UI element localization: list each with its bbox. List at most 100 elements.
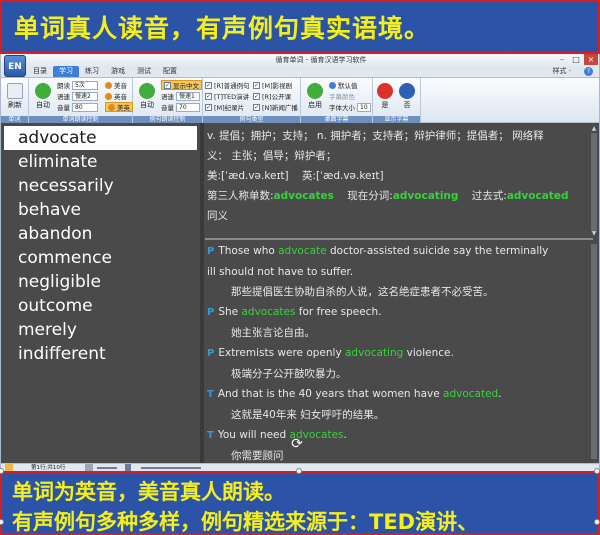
example-translation: 极端分子公开鼓吹暴力。 (231, 368, 347, 380)
checkbox-icon: ✓ (164, 81, 171, 89)
scroll-down-icon[interactable]: ▼ (591, 231, 597, 237)
sentence-text: violence. (403, 347, 454, 359)
word-item[interactable]: advocate (4, 126, 197, 150)
tab-practice[interactable]: 练习 (79, 66, 105, 77)
word-item[interactable]: abandon (4, 222, 197, 246)
examples-scrollbar[interactable] (591, 244, 597, 459)
ribbon-group-word-reading: 自动 朗读 5次 语速 慢速2 音量 80 美音 英音 美英 单词朗读控制 (29, 78, 133, 124)
uk-voice-option[interactable]: 英音 (105, 91, 127, 101)
font-color-button[interactable]: 字幕颜色 (329, 91, 355, 101)
auto-label: 自动 (36, 101, 50, 109)
example-sentence[interactable]: T And that is the 40 years that women hav… (207, 384, 590, 405)
type-documentary[interactable]: ✓ [M]纪录片 (205, 102, 244, 112)
style-menu[interactable]: 样式 · (553, 66, 571, 77)
enable-icon (307, 83, 323, 99)
auto-sentence-label: 自动 (140, 101, 154, 109)
refresh-button[interactable]: 刷新 (3, 81, 27, 113)
sentence-volume-select[interactable]: 70 (176, 102, 200, 112)
font-size-select[interactable]: 10 (357, 102, 371, 112)
phonetics-line: 美:[ˈæd.və.keɪt] 英:[ˈæd.və.keɪt] (207, 166, 590, 186)
type-movies-label: [M]影视剧 (262, 82, 293, 90)
checkbox-icon: ✓ (205, 92, 212, 100)
source-tag: P (207, 246, 215, 257)
source-tag: P (207, 348, 215, 359)
show-us-toggle[interactable]: 美英 (105, 102, 133, 112)
sentence-speed-select[interactable]: 慢速1 (176, 91, 200, 101)
word-item[interactable]: eliminate (4, 150, 197, 174)
app-logo[interactable]: EN (4, 55, 26, 77)
auto-read-button[interactable]: 自动 (31, 81, 55, 113)
word-item[interactable]: necessarily (4, 174, 197, 198)
example-sentence[interactable]: P Extremists were openly advocating viole… (207, 343, 590, 364)
word-item[interactable]: negligible (4, 270, 197, 294)
window-title: 循育单词 - 循育汉语学习软件 (275, 56, 367, 64)
rotate-icon[interactable]: ⟳ (289, 436, 305, 452)
font-color-label: 字幕颜色 (329, 93, 355, 101)
show-chinese-label: 显示中文 (173, 82, 199, 90)
progress-slider[interactable] (141, 467, 201, 469)
pane-splitter-vertical[interactable] (200, 123, 204, 463)
tab-learn[interactable]: 学习 (53, 66, 79, 77)
example-sentence-wrap: ill should not have to suffer. (207, 266, 354, 278)
close-icon[interactable]: × (584, 54, 598, 65)
menu-tabs: 目录 学习 练习 游戏 测试 配置 (27, 66, 183, 77)
word-item[interactable]: merely (4, 318, 197, 342)
word-item[interactable]: outcome (4, 294, 197, 318)
pane-splitter-horizontal[interactable] (205, 238, 593, 240)
highlighted-word: advocated (443, 388, 499, 400)
checkbox-icon: ✓ (253, 92, 260, 100)
auto-sentence-button[interactable]: 自动 (135, 81, 159, 113)
present-participle-form: advocating (392, 190, 459, 202)
read-count-label: 朗读 (57, 82, 70, 90)
sentence-text: Those who (218, 245, 279, 257)
type-news-label: [N]新闻广播 (262, 104, 298, 112)
volume-label: 音量 (57, 104, 70, 112)
default-button[interactable]: 默认值 (329, 80, 358, 90)
example-sentence[interactable]: P Those who advocate doctor-assisted suic… (207, 241, 590, 262)
source-tag: T (207, 430, 214, 441)
tab-catalog[interactable]: 目录 (27, 66, 53, 77)
play-icon (35, 83, 51, 99)
enable-subtitle-button[interactable]: 启用 (303, 81, 327, 113)
minimize-icon[interactable]: – (555, 54, 569, 65)
no-button[interactable]: 否 (395, 81, 419, 113)
definition-scrollbar[interactable] (591, 133, 597, 231)
show-chinese-toggle[interactable]: ✓ 显示中文 (161, 80, 202, 90)
word-item[interactable]: indifferent (4, 342, 197, 366)
refresh-label: 刷新 (8, 101, 22, 109)
type-normal[interactable]: ✓ [R]普通例句 (205, 80, 250, 90)
resize-handle[interactable] (594, 468, 600, 474)
help-icon[interactable]: ? (584, 67, 593, 76)
word-item[interactable]: commence (4, 246, 197, 270)
enable-label: 启用 (308, 101, 322, 109)
us-phonetic[interactable]: [ˈæd.və.keɪt] (221, 170, 289, 182)
us-voice-option[interactable]: 美音 (105, 80, 127, 90)
highlighted-word: advocate (278, 245, 327, 257)
type-open-course[interactable]: ✓ [R]公开课 (253, 91, 291, 101)
word-item[interactable]: behave (4, 198, 197, 222)
volume-slider[interactable] (97, 467, 117, 469)
highlighted-word: advocates (241, 306, 296, 318)
type-ted[interactable]: ✓ [T]TED演讲 (205, 91, 249, 101)
default-icon (329, 81, 336, 89)
resize-handle[interactable] (594, 519, 600, 525)
yes-button[interactable]: 是 (373, 81, 397, 113)
maximize-icon[interactable]: □ (569, 54, 583, 65)
example-sentence[interactable]: T You will need advocates. (207, 425, 590, 446)
definition-pane: v. 提倡；拥护；支持； n. 拥护者；支持者；辩护律师；提倡者； 网络释 义：… (205, 126, 590, 236)
tab-config[interactable]: 配置 (157, 66, 183, 77)
resize-handle[interactable] (296, 468, 302, 474)
scroll-up-icon[interactable]: ▲ (591, 126, 597, 132)
example-sentence[interactable]: P She advocates for free speech. (207, 302, 590, 323)
ribbon: 刷新 单词 自动 朗读 5次 语速 慢速2 音量 80 美音 英音 美英 单词朗… (1, 77, 599, 124)
volume-select[interactable]: 80 (72, 102, 98, 112)
play-icon (139, 83, 155, 99)
type-news[interactable]: ✓ [N]新闻广播 (253, 102, 298, 112)
tab-games[interactable]: 游戏 (105, 66, 131, 77)
type-movies[interactable]: ✓ [M]影视剧 (253, 80, 292, 90)
uk-phonetic[interactable]: [ˈæd.və.keɪt] (316, 170, 384, 182)
speed-select[interactable]: 慢速2 (72, 91, 98, 101)
sentence-text: She (218, 306, 242, 318)
read-count-select[interactable]: 5次 (72, 80, 98, 90)
tab-test[interactable]: 测试 (131, 66, 157, 77)
